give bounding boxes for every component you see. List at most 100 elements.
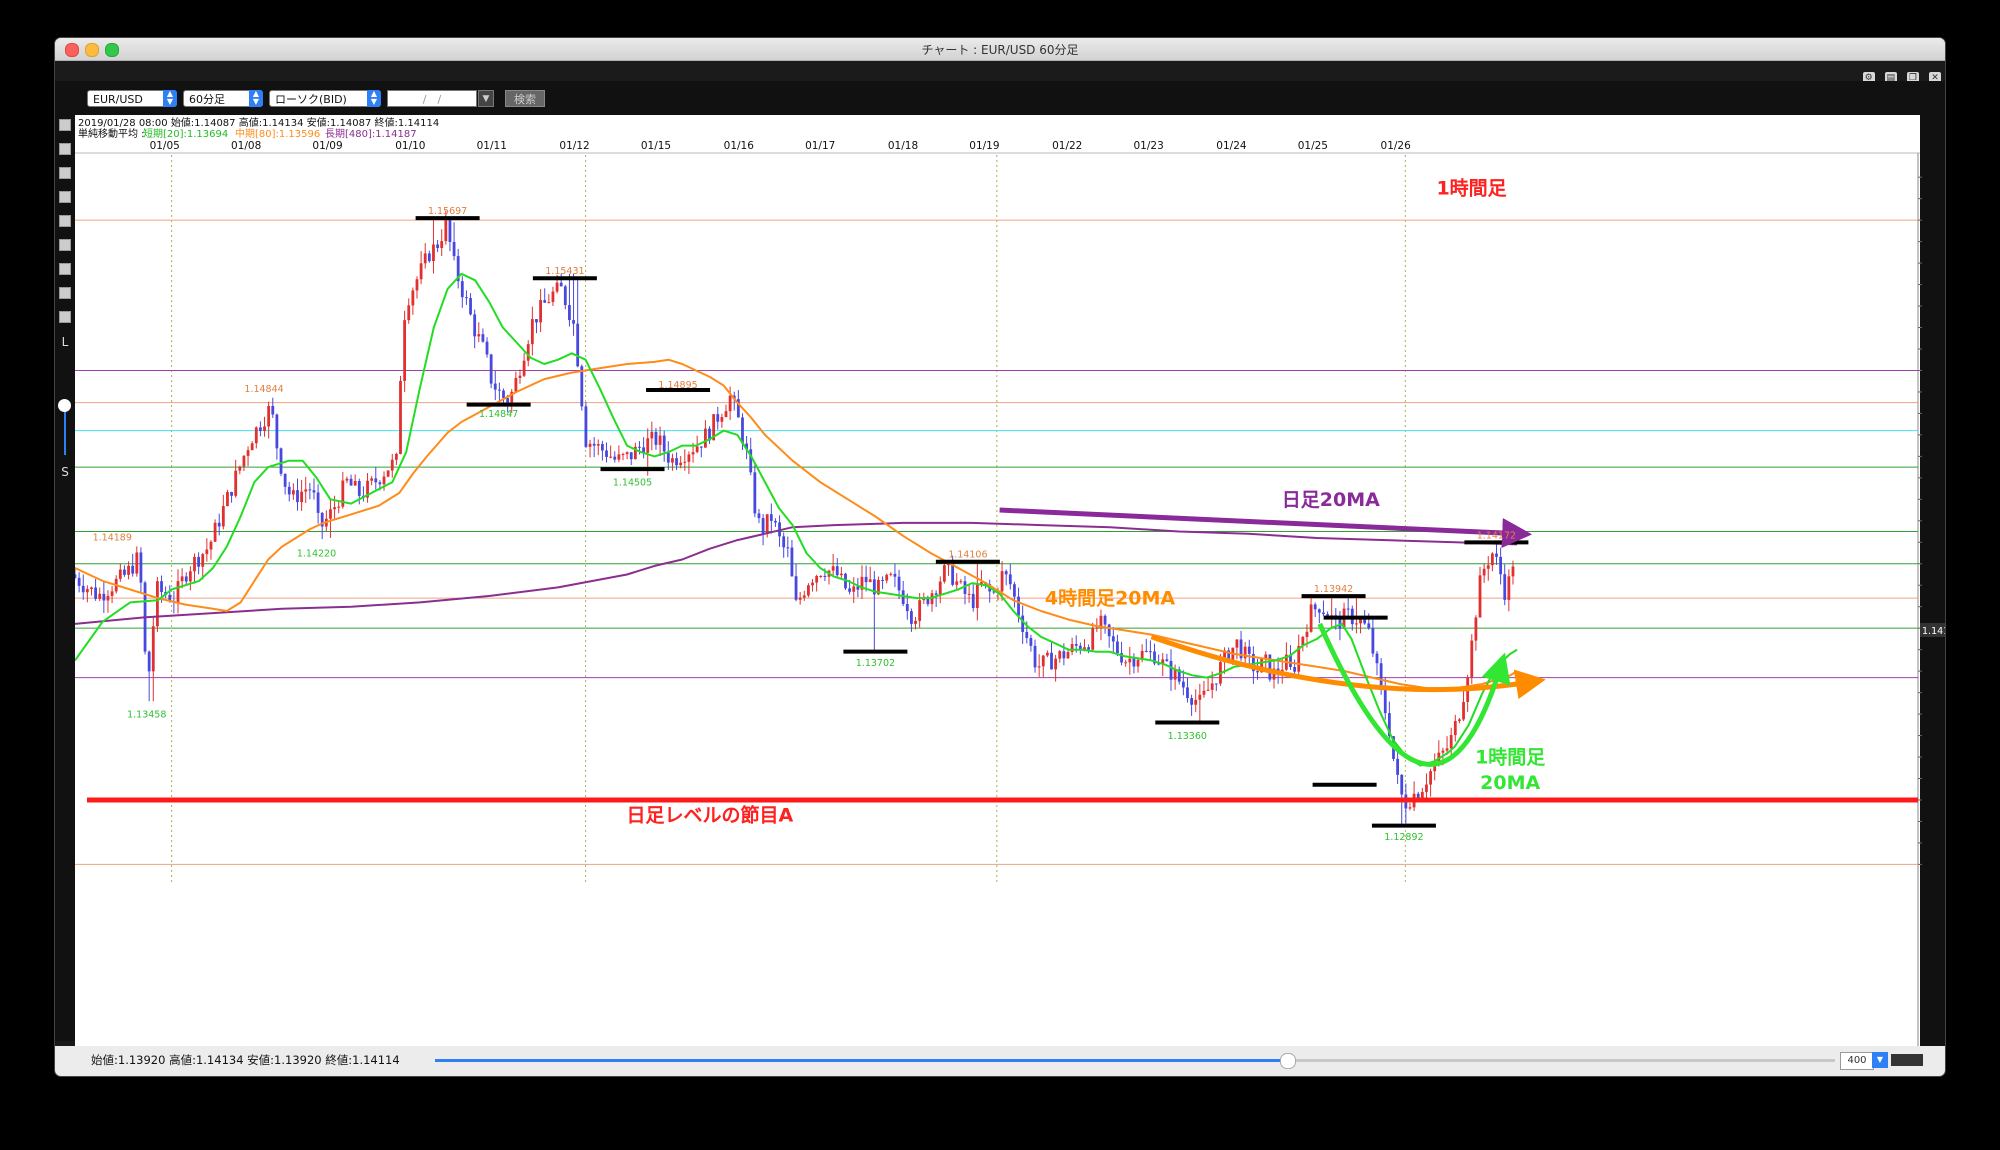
candle-body [1458,719,1461,721]
candle-body [374,478,378,483]
search-button[interactable]: 検索 [505,90,545,107]
left-toolbar: L S [55,115,75,1041]
y-tick-label: 1.12900 [1924,817,1945,828]
scroll-buttons[interactable] [1891,1054,1923,1066]
candle-body [1474,617,1478,641]
candle-body [848,588,852,592]
y-tick-label: 1.15600 [1924,237,1945,248]
candle-body [1202,690,1206,695]
candle-body [1070,644,1074,652]
candle-body [794,576,798,600]
price-chart[interactable]: 2019/01/28 08:00 始値:1.14087 高値:1.14134 安… [75,115,1945,1046]
chart-type-select[interactable]: ローソク(BID) ▲ ▼ [269,90,381,107]
tool-settings-icon[interactable] [59,311,71,323]
date-input[interactable]: / / [387,90,477,107]
candle-body [576,323,580,367]
candle-body [786,547,790,549]
candle-body [790,547,794,577]
chart-type-value: ローソク(BID) [275,93,347,106]
candle-body [432,244,435,262]
y-tick-label: 1.13400 [1924,710,1945,721]
y-tick-label: 1.15200 [1924,323,1945,334]
candle-body [1470,640,1474,678]
y-tick-label: 1.13700 [1924,645,1945,656]
last-price-value: 1.14114 [1922,626,1945,637]
candle-body [530,319,534,345]
candle-body [1074,644,1078,646]
candle-body [197,556,201,567]
tool-camera-icon[interactable] [59,287,71,299]
candle-body [1425,784,1428,792]
candle-body [1309,604,1313,632]
candle-body [942,565,946,582]
candle-body [267,405,271,427]
ma-long-info: 長期[480]:1.14187 [325,128,417,140]
x-tick-label: 01/26 [1381,140,1412,152]
symbol-value: EUR/USD [93,93,143,106]
y-tick-label: 1.14700 [1924,430,1945,441]
tool-channel-icon[interactable] [59,167,71,179]
price-label: 1.14844 [244,384,283,395]
zoom-slider-knob[interactable] [58,399,71,412]
candle-body [502,390,505,399]
y-tick-label: 1.13200 [1924,753,1945,764]
x-tick-label: 01/17 [805,140,835,152]
bar-count-dropdown-icon[interactable]: ▼ [1872,1052,1888,1068]
candle-body [646,438,650,453]
tool-trendline-icon[interactable] [59,143,71,155]
candle-body [77,577,81,586]
candle-body [316,492,320,513]
candle-body [1503,574,1507,600]
price-label: 1.14106 [948,550,987,561]
candle-body [1000,571,1004,592]
tool-crosshair-icon[interactable] [59,119,71,131]
candle-body [584,406,588,447]
candle-body [1111,636,1115,642]
candle-body [254,427,258,444]
candle-body [1371,628,1375,654]
candle-body [1041,655,1045,667]
candle-body [1004,571,1008,575]
x-tick-label: 01/18 [888,140,918,152]
zoom-slider-track[interactable] [64,405,66,455]
candle-body [699,446,703,448]
candle-body [1507,576,1511,600]
candle-body [596,444,600,446]
timeframe-select[interactable]: 60分足 ▲ ▼ [183,90,263,107]
candle-body [415,279,419,291]
candle-body [1190,698,1193,705]
candle-body [1091,628,1095,650]
candle-body [724,411,728,418]
timeframe-value: 60分足 [189,93,225,106]
candle-body [287,486,291,495]
tool-text-icon[interactable] [59,239,71,251]
scroll-knob[interactable] [1280,1053,1296,1069]
candle-body [1124,662,1128,664]
tool-rectangle-icon[interactable] [59,263,71,275]
date-dropdown-icon[interactable]: ▼ [478,90,494,107]
tool-horizontal-line-icon[interactable] [59,215,71,227]
x-tick-label: 01/08 [231,140,261,152]
candle-body [938,581,942,595]
candle-body [1013,584,1016,597]
candle-body [106,595,110,601]
candle-body [411,290,415,306]
x-tick-label: 01/10 [395,140,425,152]
scroll-fill [435,1059,1285,1062]
candle-body [238,466,242,471]
candle-body [547,302,551,304]
x-tick-label: 01/19 [969,140,999,152]
y-tick-label: 1.15700 [1924,216,1945,227]
candle-body [728,395,732,412]
tool-fibonacci-icon[interactable] [59,191,71,203]
candle-body [831,566,835,571]
candle-body [881,579,884,581]
candle-body [679,462,683,466]
candle-body [1058,651,1062,659]
candle-body [600,444,604,451]
candle-body [823,576,827,578]
x-tick-label: 01/23 [1134,140,1164,152]
candle-body [1346,608,1350,610]
symbol-select[interactable]: EUR/USD ▲ ▼ [87,90,177,107]
bar-count-field[interactable]: 400 [1840,1052,1874,1070]
